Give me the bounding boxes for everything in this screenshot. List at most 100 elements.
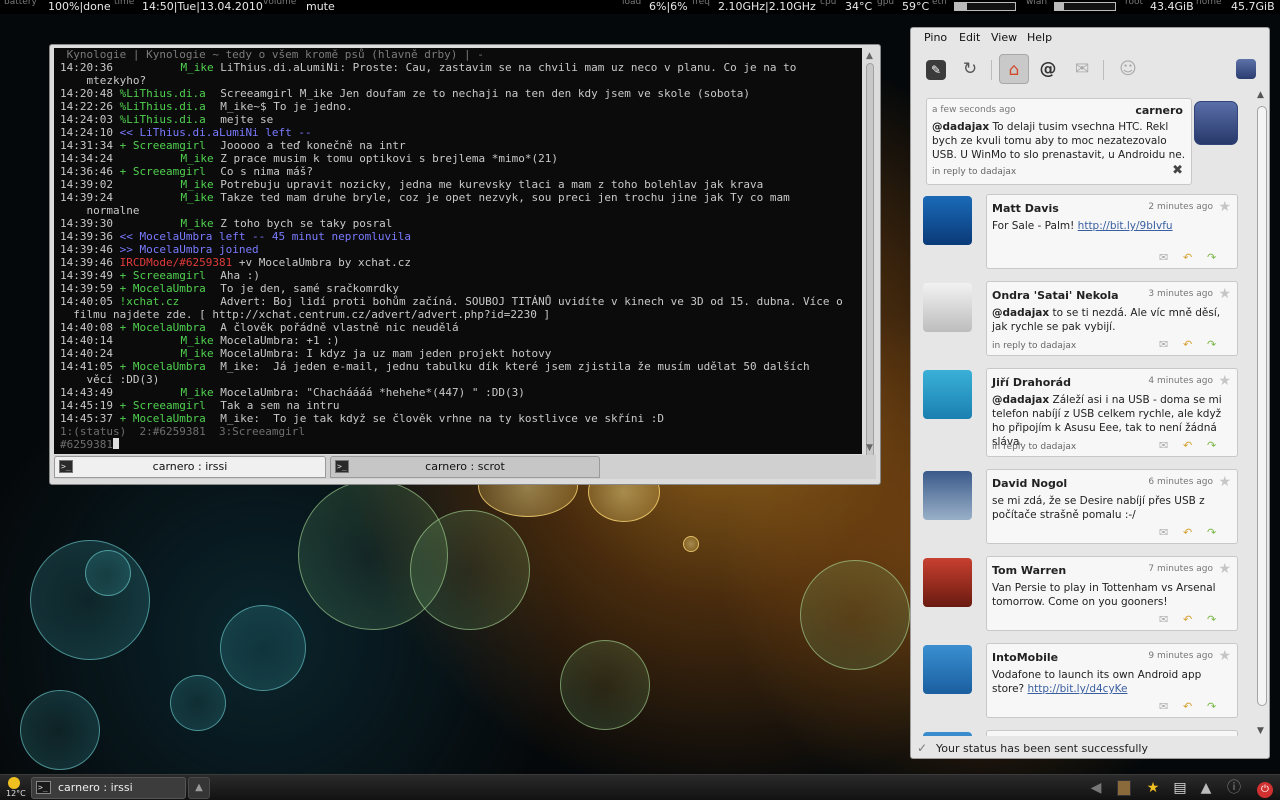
tweet[interactable]: Matt Davis 2 minutes ago ★ For Sale - Palm!… bbox=[986, 194, 1238, 269]
account-button[interactable] bbox=[1231, 54, 1261, 84]
in-reply-to[interactable]: in reply to dadajax bbox=[932, 167, 1016, 177]
tweet-mention[interactable]: @dadajax bbox=[932, 121, 989, 133]
terminal-scrollbar[interactable]: ▲ ▼ bbox=[864, 51, 876, 495]
scroll-up-icon[interactable]: ▲ bbox=[866, 51, 873, 61]
direct-message-icon[interactable]: ✉ bbox=[1159, 614, 1168, 626]
direct-message-icon[interactable]: ✉ bbox=[1159, 440, 1168, 452]
tweet[interactable]: IntoMobile10 minutes ago★ bbox=[986, 730, 1238, 736]
retweet-icon[interactable]: ↷ bbox=[1207, 701, 1216, 713]
tab-scrot[interactable]: >_ carnero : scrot bbox=[330, 456, 600, 478]
chat-line: 14:39:49 + Screeamgirl Aha :) bbox=[60, 269, 862, 282]
star-icon[interactable]: ★ bbox=[1143, 778, 1163, 798]
favorite-star-icon[interactable]: ★ bbox=[1218, 474, 1231, 490]
tweet[interactable]: Jiří Drahorád 4 minutes ago ★ @dadajax Zále… bbox=[986, 368, 1238, 457]
tweet-author[interactable]: Jiří Drahorád bbox=[992, 376, 1071, 389]
favorite-star-icon[interactable]: ★ bbox=[1218, 373, 1231, 389]
terminal-window[interactable]: Kynologie | Kynologie ~ tedy o všem krom… bbox=[49, 44, 881, 485]
retweet-icon[interactable]: ↷ bbox=[1207, 440, 1216, 452]
tweet-author[interactable]: David Nogol bbox=[992, 477, 1067, 490]
direct-message-icon[interactable]: ✉ bbox=[1159, 252, 1168, 264]
user-button[interactable]: ☺ bbox=[1113, 54, 1143, 84]
weather-widget[interactable]: 12°C bbox=[3, 776, 26, 800]
user-avatar[interactable] bbox=[923, 283, 972, 332]
tweet-author[interactable]: carnero bbox=[1135, 104, 1183, 117]
retweet-icon[interactable]: ↷ bbox=[1207, 339, 1216, 351]
tab-irssi[interactable]: >_ carnero : irssi bbox=[54, 456, 326, 478]
tweet[interactable]: Tom Warren 7 minutes ago ★ Van Persie to pl… bbox=[986, 556, 1238, 631]
user-avatar[interactable] bbox=[923, 732, 972, 736]
reply-icon[interactable]: ↶ bbox=[1183, 440, 1192, 452]
scroll-down-icon[interactable]: ▼ bbox=[1257, 726, 1264, 736]
refresh-button[interactable]: ↻ bbox=[955, 54, 985, 84]
info-icon[interactable]: ⓘ bbox=[1224, 778, 1244, 798]
terminal-tabbar: >_ carnero : irssi >_ carnero : scrot bbox=[54, 455, 876, 479]
task-menu-button[interactable]: ▲ bbox=[188, 777, 210, 799]
direct-message-icon[interactable]: ✉ bbox=[1159, 339, 1168, 351]
tweet-link[interactable]: http://bit.ly/d4cyKe bbox=[1027, 683, 1127, 695]
menu-edit[interactable]: Edit bbox=[959, 31, 980, 44]
scroll-up-icon[interactable]: ▲ bbox=[1257, 90, 1264, 100]
user-avatar[interactable] bbox=[923, 558, 972, 607]
scrollbar-thumb[interactable] bbox=[866, 63, 874, 471]
favorite-star-icon[interactable]: ★ bbox=[1218, 735, 1231, 736]
terminal-icon: >_ bbox=[36, 781, 51, 794]
menu-view[interactable]: View bbox=[991, 31, 1017, 44]
menu-help[interactable]: Help bbox=[1027, 31, 1052, 44]
tweet-link[interactable]: http://bit.ly/9bIvfu bbox=[1078, 220, 1173, 232]
tweet[interactable]: IntoMobile 9 minutes ago ★ Vodafone to laun… bbox=[986, 643, 1238, 718]
irssi-input-line[interactable]: #6259381 bbox=[60, 438, 862, 451]
scrollbar-thumb[interactable] bbox=[1257, 106, 1267, 706]
timeline[interactable]: a few seconds ago carnero @dadajax To de… bbox=[911, 94, 1254, 736]
notification-icon[interactable]: ▲ bbox=[1196, 778, 1216, 798]
messages-button[interactable]: ✉ bbox=[1067, 54, 1097, 84]
tweet[interactable]: Ondra 'Satai' Nekola 3 minutes ago ★ @dadaj… bbox=[986, 281, 1238, 356]
task-button-irssi[interactable]: >_ carnero : irssi bbox=[31, 777, 186, 799]
tweet-author[interactable]: Matt Davis bbox=[992, 202, 1059, 215]
direct-message-icon[interactable]: ✉ bbox=[1159, 527, 1168, 539]
tweet[interactable]: David Nogol 6 minutes ago ★ se mi zdá, že s… bbox=[986, 469, 1238, 544]
direct-message-icon[interactable]: ✉ bbox=[1159, 701, 1168, 713]
favorite-star-icon[interactable]: ★ bbox=[1218, 199, 1231, 215]
user-avatar[interactable] bbox=[923, 370, 972, 419]
tray-arrow-icon[interactable]: ◀ bbox=[1086, 778, 1106, 798]
scroll-down-icon[interactable]: ▼ bbox=[866, 443, 873, 453]
retweet-icon[interactable]: ↷ bbox=[1207, 614, 1216, 626]
compose-button[interactable]: ✎ bbox=[921, 54, 951, 84]
reply-icon[interactable]: ↶ bbox=[1183, 614, 1192, 626]
user-avatar[interactable] bbox=[923, 645, 972, 694]
tray-app-icon[interactable] bbox=[1114, 778, 1134, 798]
tweet-author[interactable]: Tom Warren bbox=[992, 564, 1066, 577]
reply-icon[interactable]: ↶ bbox=[1183, 339, 1192, 351]
menu-pino[interactable]: Pino bbox=[924, 31, 947, 44]
tweet-author[interactable]: IntoMobile bbox=[992, 651, 1058, 664]
power-icon[interactable]: ⏻ bbox=[1255, 778, 1275, 798]
tweet-mention[interactable]: @dadajax bbox=[992, 307, 1049, 319]
reply-icon[interactable]: ↶ bbox=[1183, 527, 1192, 539]
user-avatar[interactable] bbox=[923, 471, 972, 520]
reply-icon[interactable]: ↶ bbox=[1183, 701, 1192, 713]
chat-line: 14:40:14 M_ike MocelaUmbra: +1 :) bbox=[60, 334, 862, 347]
favorite-star-icon[interactable]: ★ bbox=[1218, 286, 1231, 302]
in-reply-to[interactable]: in reply to dadajax bbox=[992, 341, 1076, 351]
home-button[interactable]: ⌂ bbox=[999, 54, 1029, 84]
network-icon[interactable]: ▤ bbox=[1170, 778, 1190, 798]
own-tweet[interactable]: a few seconds ago carnero @dadajax To de… bbox=[926, 98, 1192, 185]
reply-icon[interactable]: ↶ bbox=[1183, 252, 1192, 264]
chat-timestamp: 14:24:10 bbox=[60, 126, 113, 139]
terminal-screen[interactable]: Kynologie | Kynologie ~ tedy o všem krom… bbox=[54, 48, 862, 454]
retweet-icon[interactable]: ↷ bbox=[1207, 527, 1216, 539]
in-reply-to[interactable]: in reply to dadajax bbox=[992, 442, 1076, 452]
tweet-mention[interactable]: @dadajax bbox=[992, 394, 1049, 406]
chat-timestamp: 14:40:14 bbox=[60, 334, 113, 347]
tweet-author[interactable]: Ondra 'Satai' Nekola bbox=[992, 289, 1119, 302]
retweet-icon[interactable]: ↷ bbox=[1207, 252, 1216, 264]
user-avatar[interactable] bbox=[923, 196, 972, 245]
favorite-star-icon[interactable]: ★ bbox=[1218, 648, 1231, 664]
timeline-scrollbar[interactable]: ▲ ▼ bbox=[1255, 90, 1269, 742]
pino-window[interactable]: Pino Edit View Help ✎ ↻ ⌂ @ ✉ ☺ a few se… bbox=[910, 27, 1270, 759]
mentions-button[interactable]: @ bbox=[1033, 54, 1063, 84]
delete-icon[interactable]: ✖ bbox=[1172, 163, 1183, 178]
battery-label: battery bbox=[4, 0, 37, 7]
favorite-star-icon[interactable]: ★ bbox=[1218, 561, 1231, 577]
channel-topic: Kynologie | Kynologie ~ tedy o všem krom… bbox=[60, 48, 484, 61]
